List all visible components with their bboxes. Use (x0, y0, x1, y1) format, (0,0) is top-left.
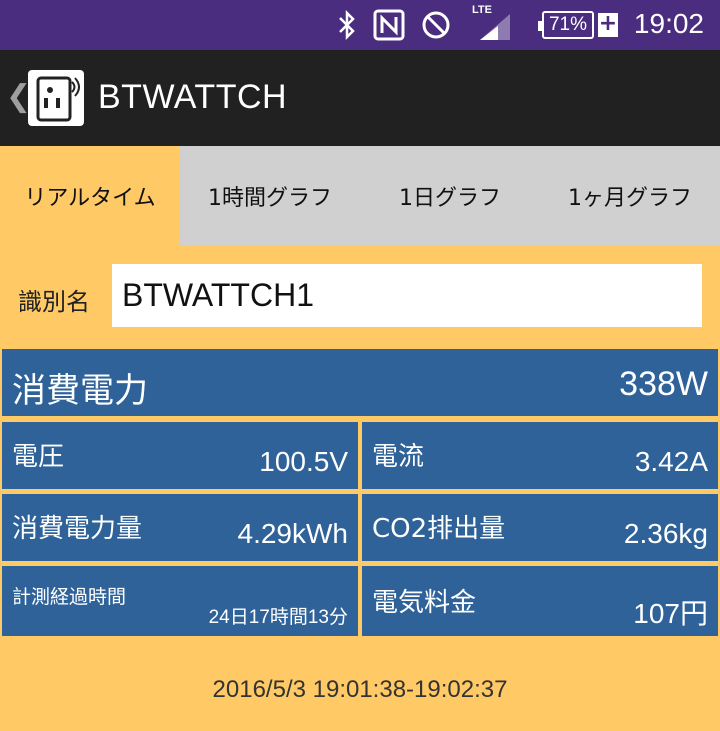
voltage-label: 電圧 (12, 442, 65, 472)
bluetooth-icon (339, 10, 355, 40)
device-name-input[interactable] (112, 264, 702, 327)
energy-cell: 消費電力量 4.29kWh (2, 494, 358, 561)
co2-cell: CO2排出量 2.36kg (362, 494, 718, 561)
voltage-cell: 電圧 100.5V (2, 422, 358, 489)
cost-cell: 電気料金 107円 (362, 566, 718, 636)
tab-realtime[interactable]: リアルタイム (0, 146, 180, 246)
elapsed-label: 計測経過時間 (12, 586, 127, 608)
power-value: 338W (619, 365, 708, 403)
signal-icon (480, 14, 510, 40)
action-bar: ❮ BTWATTCH (0, 50, 720, 146)
tab-label: 1ヶ月グラフ (568, 186, 692, 211)
tab-label: 1日グラフ (399, 186, 501, 211)
measurement-time-range: 2016/5/3 19:01:38-19:02:37 (212, 676, 508, 703)
tab-daily-graph[interactable]: 1日グラフ (360, 146, 540, 246)
tab-label: 1時間グラフ (208, 186, 332, 211)
battery-level: 71% (548, 14, 588, 35)
current-cell: 電流 3.42A (362, 422, 718, 489)
voltage-value: 100.5V (259, 446, 348, 477)
do-not-disturb-icon (422, 11, 450, 39)
clock: 19:02 (633, 8, 704, 39)
current-value: 3.42A (634, 446, 708, 477)
smart-plug-icon[interactable] (28, 70, 84, 126)
energy-label: 消費電力量 (12, 514, 143, 544)
tab-monthly-graph[interactable]: 1ヶ月グラフ (540, 146, 720, 246)
energy-value: 4.29kWh (237, 518, 349, 549)
current-label: 電流 (372, 442, 425, 472)
elapsed-cell: 計測経過時間 24日17時間13分 (2, 566, 358, 636)
power-label: 消費電力 (12, 371, 148, 411)
elapsed-value: 24日17時間13分 (208, 607, 348, 628)
tab-label: リアルタイム (24, 186, 156, 211)
nfc-icon (373, 9, 405, 41)
cost-value: 107円 (633, 598, 708, 629)
co2-label: CO2排出量 (372, 514, 506, 544)
co2-value: 2.36kg (623, 518, 708, 549)
tab-hourly-graph[interactable]: 1時間グラフ (180, 146, 360, 246)
charging-icon: + (598, 11, 618, 37)
power-cell: 消費電力 338W (2, 349, 718, 416)
battery-icon: 71% (538, 11, 594, 39)
tab-bar: リアルタイム 1時間グラフ 1日グラフ 1ヶ月グラフ (0, 146, 720, 246)
status-bar: LTE 71% + 19:02 (0, 0, 720, 50)
device-name-label: 識別名 (18, 288, 90, 316)
cost-label: 電気料金 (372, 588, 477, 618)
app-title: BTWATTCH (98, 78, 288, 116)
